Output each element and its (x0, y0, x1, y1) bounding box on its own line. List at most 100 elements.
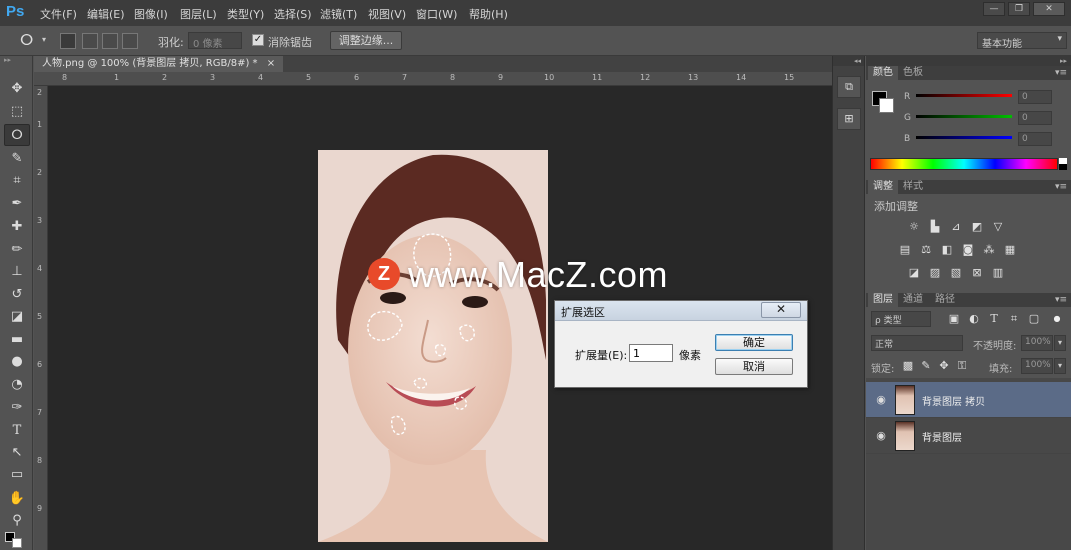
hue-saturation-icon[interactable]: ▤ (897, 243, 913, 257)
clone-stamp-tool-icon[interactable]: ⊥ (4, 261, 30, 283)
history-panel-icon[interactable]: ⧉ (837, 76, 861, 98)
selective-color-icon[interactable]: ⊠ (969, 266, 985, 280)
brightness-contrast-icon[interactable]: ☼ (906, 220, 922, 234)
lock-position-icon[interactable]: ✥ (936, 359, 952, 373)
hand-tool-icon[interactable]: ✋ (4, 488, 30, 510)
blue-channel-slider[interactable] (916, 136, 1012, 139)
vibrance-icon[interactable]: ▽ (990, 220, 1006, 234)
tab-paths[interactable]: 路径 (930, 293, 960, 307)
properties-panel-icon[interactable]: ⊞ (837, 108, 861, 130)
new-selection-icon[interactable] (60, 33, 76, 49)
green-channel-slider[interactable] (916, 115, 1012, 118)
move-tool-icon[interactable]: ✥ (4, 78, 30, 100)
layer-name[interactable]: 背景图层 拷贝 (922, 393, 985, 408)
blur-tool-icon[interactable]: ● (4, 351, 30, 373)
panel-menu-icon[interactable]: ▾≡ (1055, 66, 1067, 80)
tab-color[interactable]: 颜色 (868, 66, 898, 80)
collapse-toolbar-icon[interactable]: ▸▸ (4, 57, 29, 64)
restore-button[interactable]: ❐ (1008, 2, 1030, 16)
feather-input[interactable]: 0 像素 (188, 32, 242, 50)
panel-menu-icon[interactable]: ▾≡ (1055, 180, 1067, 194)
background-color-swatch[interactable] (12, 538, 22, 548)
blue-channel-input[interactable]: 0 (1018, 132, 1052, 146)
invert-icon[interactable]: ◪ (906, 266, 922, 280)
opacity-input[interactable]: 100% (1021, 335, 1053, 351)
minimize-button[interactable]: — (983, 2, 1005, 16)
type-tool-icon[interactable]: T (4, 420, 30, 442)
layer-name[interactable]: 背景图层 (922, 429, 962, 444)
tab-adjustments[interactable]: 调整 (868, 180, 898, 194)
color-lookup-icon[interactable]: ▦ (1002, 243, 1018, 257)
curves-icon[interactable]: ⊿ (948, 220, 964, 234)
visibility-eye-icon[interactable]: ◉ (874, 429, 888, 443)
red-channel-input[interactable]: 0 (1018, 90, 1052, 104)
color-spectrum-bar[interactable] (870, 158, 1058, 170)
menu-select[interactable]: 选择(S) (274, 6, 312, 22)
refine-edge-button[interactable]: 调整边缘... (330, 31, 402, 50)
layer-filter-select[interactable]: ρ 类型 (871, 311, 931, 327)
collapse-panels-icon[interactable]: ▸▸ (866, 56, 1071, 66)
quick-select-tool-icon[interactable]: ✎ (4, 148, 30, 170)
gradient-tool-icon[interactable]: ▬ (4, 329, 30, 351)
dodge-tool-icon[interactable]: ◔ (4, 374, 30, 396)
dialog-close-button[interactable]: ✕ (761, 302, 801, 318)
portrait-photo[interactable] (318, 150, 548, 542)
crop-tool-icon[interactable]: ⌗ (4, 170, 30, 192)
filter-toggle-icon[interactable]: ● (1049, 312, 1065, 326)
eraser-tool-icon[interactable]: ◪ (4, 306, 30, 328)
color-balance-icon[interactable]: ⚖ (918, 243, 934, 257)
visibility-eye-icon[interactable]: ◉ (874, 393, 888, 407)
close-tab-icon[interactable]: × (267, 58, 275, 69)
add-selection-icon[interactable] (82, 33, 98, 49)
zoom-tool-icon[interactable]: ⚲ (4, 510, 30, 532)
subtract-selection-icon[interactable] (102, 33, 118, 49)
red-channel-slider[interactable] (916, 94, 1012, 97)
exposure-icon[interactable]: ◩ (969, 220, 985, 234)
filter-pixel-icon[interactable]: ▣ (946, 312, 962, 326)
green-channel-input[interactable]: 0 (1018, 111, 1052, 125)
blend-mode-select[interactable]: 正常 (871, 335, 963, 351)
background-color-swatch[interactable] (879, 98, 894, 113)
dialog-titlebar[interactable]: 扩展选区 ✕ (555, 301, 807, 321)
lasso-icon[interactable]: ⵔ (20, 31, 33, 49)
menu-filter[interactable]: 滤镜(T) (320, 6, 357, 22)
menu-window[interactable]: 窗口(W) (416, 6, 457, 22)
expand-dock-icon[interactable]: ◂◂ (833, 56, 864, 66)
lock-all-icon[interactable]: ⚿ (954, 359, 970, 373)
black-white-icon[interactable]: ◧ (939, 243, 955, 257)
gradient-map-icon[interactable]: ▥ (990, 266, 1006, 280)
fill-dropdown-icon[interactable]: ▾ (1054, 358, 1066, 374)
layer-row[interactable]: ◉ 背景图层 拷贝 (866, 382, 1071, 418)
lock-pixels-icon[interactable]: ✎ (918, 359, 934, 373)
intersect-selection-icon[interactable] (122, 33, 138, 49)
tab-swatches[interactable]: 色板 (898, 66, 928, 80)
menu-type[interactable]: 类型(Y) (227, 6, 264, 22)
menu-image[interactable]: 图像(I) (134, 6, 168, 22)
opacity-dropdown-icon[interactable]: ▾ (1054, 335, 1066, 351)
posterize-icon[interactable]: ▨ (927, 266, 943, 280)
pen-tool-icon[interactable]: ✑ (4, 397, 30, 419)
filter-type-icon[interactable]: T (986, 312, 1002, 326)
menu-help[interactable]: 帮助(H) (469, 6, 508, 22)
menu-file[interactable]: 文件(F) (40, 6, 77, 22)
tab-channels[interactable]: 通道 (898, 293, 928, 307)
fill-input[interactable]: 100% (1021, 358, 1053, 374)
path-select-tool-icon[interactable]: ↖ (4, 442, 30, 464)
photo-filter-icon[interactable]: ◙ (960, 243, 976, 257)
lasso-tool-icon[interactable]: ⵔ (4, 124, 30, 146)
brush-tool-icon[interactable]: ✏ (4, 239, 30, 261)
black-swatch[interactable] (1059, 164, 1067, 170)
menu-layer[interactable]: 图层(L) (180, 6, 217, 22)
menu-view[interactable]: 视图(V) (368, 6, 406, 22)
eyedropper-tool-icon[interactable]: ✒ (4, 193, 30, 215)
tool-preset-dropdown-icon[interactable]: ▾ (42, 35, 46, 44)
filter-adjustment-icon[interactable]: ◐ (966, 312, 982, 326)
healing-brush-tool-icon[interactable]: ✚ (4, 216, 30, 238)
channel-mixer-icon[interactable]: ⁂ (981, 243, 997, 257)
tab-layers[interactable]: 图层 (868, 293, 898, 307)
layer-row[interactable]: ◉ 背景图层 (866, 418, 1071, 454)
close-window-button[interactable]: ✕ (1033, 2, 1065, 16)
document-tab[interactable]: 人物.png @ 100% (背景图层 拷贝, RGB/8#) * × (34, 56, 284, 72)
ok-button[interactable]: 确定 (715, 334, 793, 351)
filter-smart-object-icon[interactable]: ▢ (1026, 312, 1042, 326)
